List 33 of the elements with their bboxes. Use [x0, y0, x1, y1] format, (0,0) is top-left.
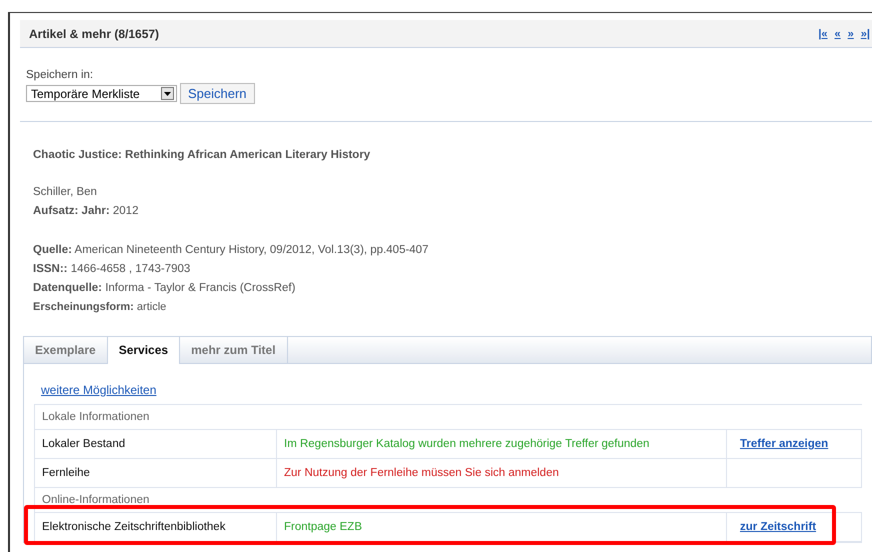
pager-link[interactable]: « — [834, 28, 841, 40]
field-label: Aufsatz: Jahr: — [33, 205, 110, 217]
field-label: Quelle: — [33, 244, 72, 256]
action-link[interactable]: zur Zeitschrift — [740, 521, 816, 533]
record-title: Chaotic Justice: Rethinking African American Literary History — [33, 149, 372, 161]
section-heading: Lokale Informationen — [42, 411, 150, 423]
status-message: Zur Nutzung der Fernleihe müssen Sie sich anmelden — [284, 467, 559, 479]
pager-link[interactable]: » — [848, 28, 854, 40]
tab[interactable]: mehr zum Titel — [180, 337, 288, 363]
save-label: Speichern in: — [26, 69, 94, 81]
tab[interactable]: Services — [108, 337, 180, 364]
field-value: article — [136, 301, 166, 313]
field-value: 2012 — [112, 205, 138, 217]
section-heading: Online-Informationen — [42, 494, 150, 506]
field-value: American Nineteenth Century History, 09/2012, Vol.13(3), pp.405-407 — [74, 244, 428, 256]
list-dropdown[interactable]: Temporäre Merkliste — [26, 85, 177, 102]
service-name: Fernleihe — [42, 467, 90, 479]
save-button[interactable]: Speichern — [180, 83, 255, 104]
action-link[interactable]: Treffer anzeigen — [740, 438, 828, 450]
status-message: Im Regensburger Katalog wurden mehrere zugehörige Treffer gefunden — [284, 438, 650, 450]
field-value: 1466-4658 , 1743-7903 — [70, 263, 190, 275]
status-message: Frontpage EZB — [284, 521, 362, 533]
panel-title: Artikel & mehr (8/1657) — [29, 26, 160, 40]
service-name: Lokaler Bestand — [42, 438, 126, 450]
service-name: Elektronische Zeitschriftenbibliothek — [42, 521, 226, 533]
pager-link[interactable]: |« — [818, 28, 828, 40]
field-label: Erscheinungsform: — [33, 301, 134, 313]
field-value: Informa - Taylor & Francis (CrossRef) — [104, 282, 296, 294]
field-label: Datenquelle: — [33, 282, 102, 294]
pager-link[interactable]: »| — [860, 28, 870, 40]
author-name: Schiller, Ben — [33, 185, 98, 200]
more-options-link[interactable]: weitere Möglichkeiten — [41, 383, 156, 397]
field-label: ISSN:: — [33, 263, 68, 275]
